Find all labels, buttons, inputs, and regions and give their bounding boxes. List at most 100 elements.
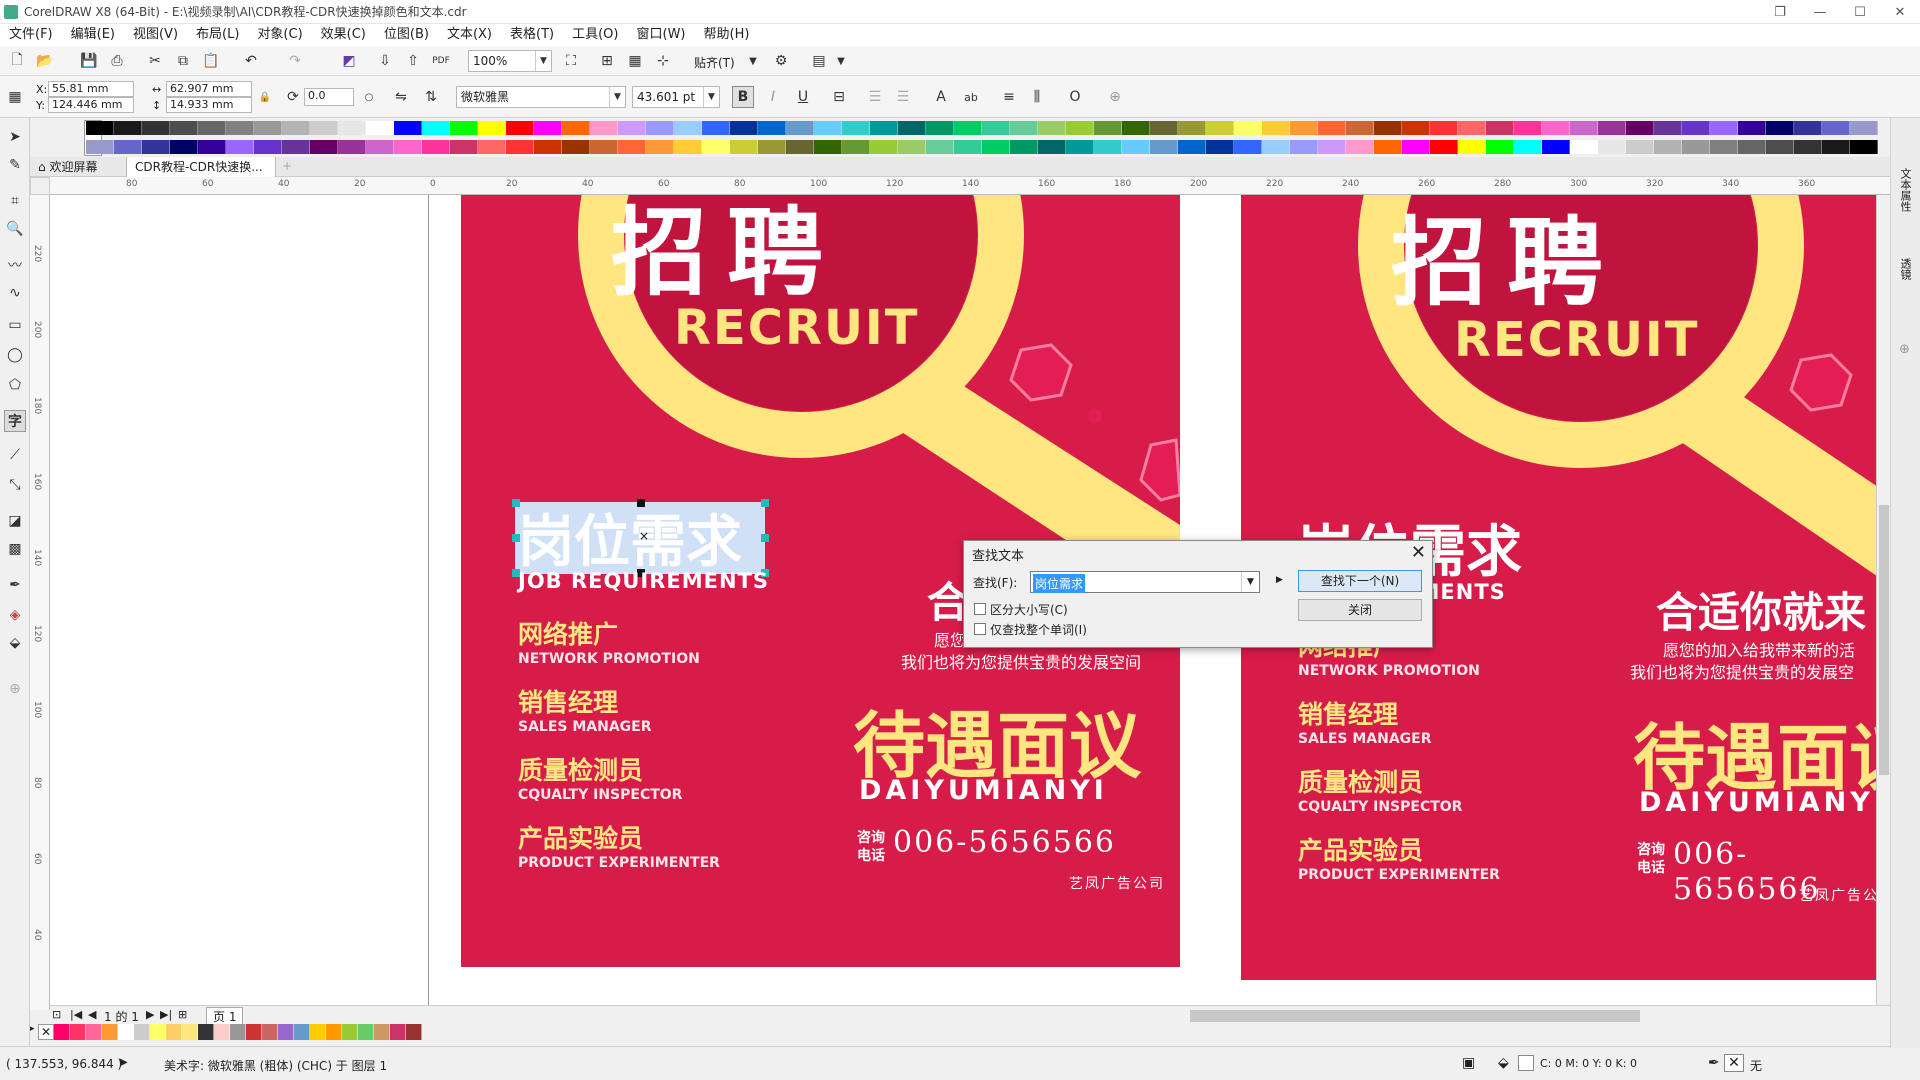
color-swatch[interactable] bbox=[1486, 121, 1514, 135]
menu-bitmaps[interactable]: 位图(B) bbox=[375, 24, 438, 46]
outline-none-swatch[interactable]: ✕ bbox=[1724, 1054, 1744, 1072]
italic-button[interactable]: I bbox=[762, 86, 784, 108]
publish-pdf-icon[interactable]: PDF bbox=[430, 50, 452, 72]
first-page-icon[interactable]: ⊡ bbox=[52, 1008, 61, 1021]
color-swatch[interactable] bbox=[1822, 140, 1850, 154]
position-2-en[interactable]: SALES MANAGER bbox=[518, 719, 652, 735]
color-swatch[interactable] bbox=[1150, 140, 1178, 154]
vertical-text-icon[interactable]: ⫼ bbox=[1026, 86, 1048, 108]
color-swatch[interactable] bbox=[230, 1024, 246, 1040]
color-swatch[interactable] bbox=[1850, 121, 1878, 135]
color-swatch[interactable] bbox=[1038, 140, 1066, 154]
color-swatch[interactable] bbox=[142, 140, 170, 154]
color-swatch[interactable] bbox=[1178, 121, 1206, 135]
color-swatch[interactable] bbox=[478, 121, 506, 135]
contact-label-1[interactable]: 咨询 bbox=[857, 827, 885, 847]
menu-tools[interactable]: 工具(O) bbox=[563, 24, 627, 46]
color-swatch[interactable] bbox=[1178, 140, 1206, 154]
color-swatch[interactable] bbox=[70, 1024, 86, 1040]
salary-en[interactable]: DAIYUMIANY bbox=[1639, 787, 1874, 818]
description-line-2[interactable]: 我们也将为您提供宝贵的发展空间 bbox=[901, 649, 1141, 673]
color-swatch[interactable] bbox=[1234, 140, 1262, 154]
color-swatch[interactable] bbox=[86, 121, 114, 135]
interactive-fill-icon[interactable]: ◈ bbox=[4, 604, 26, 626]
open-folder-icon[interactable]: 📂 bbox=[34, 50, 56, 72]
crop-tool-icon[interactable]: ⌗ bbox=[4, 190, 26, 212]
description-line-1[interactable]: 愿您的加入给我带来新的活 bbox=[1663, 637, 1855, 661]
underline-button[interactable]: U bbox=[792, 86, 814, 108]
export-icon[interactable]: ⇧ bbox=[402, 50, 424, 72]
color-swatch[interactable] bbox=[786, 140, 814, 154]
position-1-cn[interactable]: 网络推广 bbox=[518, 615, 618, 651]
color-swatch[interactable] bbox=[366, 140, 394, 154]
color-swatch[interactable] bbox=[1710, 140, 1738, 154]
color-swatch[interactable] bbox=[1654, 140, 1682, 154]
color-swatch[interactable] bbox=[1458, 121, 1486, 135]
cut-icon[interactable]: ✂ bbox=[144, 50, 166, 72]
contact-label-2[interactable]: 电话 bbox=[1637, 857, 1665, 877]
smart-fill-icon[interactable]: ⬙ bbox=[4, 632, 26, 654]
transparency-tool-icon[interactable]: ▩ bbox=[4, 538, 26, 560]
contact-label-2[interactable]: 电话 bbox=[857, 845, 885, 865]
color-swatch[interactable] bbox=[646, 140, 674, 154]
horizontal-ruler[interactable]: 80 60 40 20 0 20 40 60 80 100 120 140 160 180 200 220 24… bbox=[50, 177, 1890, 195]
color-swatch[interactable] bbox=[374, 1024, 390, 1040]
color-swatch[interactable] bbox=[1738, 121, 1766, 135]
add-tool-icon[interactable]: ⊕ bbox=[4, 678, 26, 700]
job-title-text[interactable]: 岗位需求 bbox=[518, 497, 742, 578]
color-swatch[interactable] bbox=[366, 121, 394, 135]
color-swatch[interactable] bbox=[618, 140, 646, 154]
snap-dropdown-icon[interactable]: ▼ bbox=[742, 50, 764, 72]
color-swatch[interactable] bbox=[562, 140, 590, 154]
width-field[interactable]: 62.907 mm bbox=[166, 81, 252, 97]
character-formatting-icon[interactable]: A bbox=[930, 86, 952, 108]
close-window-button[interactable]: ✕ bbox=[1880, 0, 1920, 24]
save-icon[interactable]: 💾 bbox=[78, 50, 100, 72]
company-name[interactable]: 艺凤广告公司 bbox=[1069, 873, 1165, 893]
palette-scroll-icon[interactable]: ▸ bbox=[30, 1024, 38, 1040]
last-page-icon[interactable]: ▶| bbox=[160, 1008, 172, 1021]
color-swatch[interactable] bbox=[406, 1024, 422, 1040]
color-swatch[interactable] bbox=[170, 140, 198, 154]
menu-view[interactable]: 视图(V) bbox=[124, 24, 187, 46]
color-swatch[interactable] bbox=[1402, 121, 1430, 135]
job-requirements-en[interactable]: JOB REQUIREMENTS bbox=[518, 569, 769, 593]
previous-first-icon[interactable]: |◀ bbox=[70, 1008, 82, 1021]
shape-tool-icon[interactable]: ✎ bbox=[4, 154, 26, 176]
minimize-button[interactable]: — bbox=[1800, 0, 1840, 24]
vertical-scroll-thumb[interactable] bbox=[1879, 505, 1889, 775]
position-4-cn[interactable]: 产品实验员 bbox=[1298, 831, 1423, 867]
color-swatch[interactable] bbox=[1010, 140, 1038, 154]
whole-word-checkbox[interactable] bbox=[974, 623, 986, 635]
color-swatch[interactable] bbox=[814, 121, 842, 135]
bold-button[interactable]: B bbox=[732, 86, 754, 108]
menu-window[interactable]: 窗口(W) bbox=[628, 24, 695, 46]
parallel-dimension-icon[interactable]: ⟋ bbox=[4, 444, 26, 466]
color-swatch[interactable] bbox=[394, 140, 422, 154]
color-swatch[interactable] bbox=[1262, 140, 1290, 154]
color-swatch[interactable] bbox=[758, 140, 786, 154]
color-swatch[interactable] bbox=[246, 1024, 262, 1040]
color-swatch[interactable] bbox=[54, 1024, 70, 1040]
polygon-tool-icon[interactable]: ⬠ bbox=[4, 374, 26, 396]
color-swatch[interactable] bbox=[282, 121, 310, 135]
vertical-ruler[interactable]: 220 200 180 160 140 120 100 80 60 40 bbox=[30, 195, 50, 1010]
position-3-en[interactable]: CQUALTY INSPECTOR bbox=[1298, 799, 1462, 815]
new-tab-icon[interactable]: + bbox=[282, 159, 292, 173]
dialog-close-icon[interactable]: ✕ bbox=[1411, 542, 1426, 563]
rectangle-tool-icon[interactable]: ▭ bbox=[4, 314, 26, 336]
color-swatch[interactable] bbox=[478, 140, 506, 154]
color-swatch[interactable] bbox=[1430, 140, 1458, 154]
print-icon[interactable]: ⎙ bbox=[106, 50, 128, 72]
snap-to-button[interactable]: 贴齐(T) bbox=[694, 54, 735, 71]
color-swatch[interactable] bbox=[1794, 121, 1822, 135]
color-swatch[interactable] bbox=[150, 1024, 166, 1040]
color-swatch[interactable] bbox=[506, 140, 534, 154]
color-swatch[interactable] bbox=[282, 140, 310, 154]
color-swatch[interactable] bbox=[646, 121, 674, 135]
document-palette[interactable]: ✕ bbox=[38, 1024, 422, 1040]
search-content-icon[interactable]: ◩ bbox=[338, 50, 360, 72]
color-swatch[interactable] bbox=[1486, 140, 1514, 154]
menu-table[interactable]: 表格(T) bbox=[501, 24, 563, 46]
color-swatch[interactable] bbox=[1710, 121, 1738, 135]
